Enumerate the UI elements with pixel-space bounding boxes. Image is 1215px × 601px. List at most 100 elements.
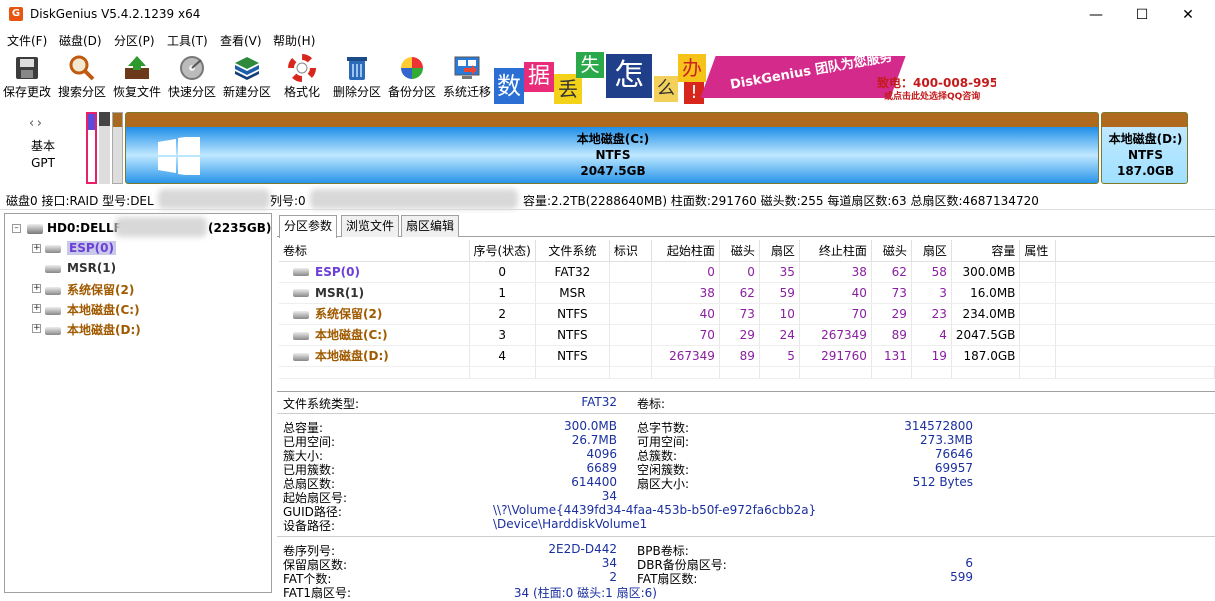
hard-disk-icon	[27, 223, 43, 234]
row-label: 系统保留(2)	[315, 307, 383, 321]
search-partition-button[interactable]: 搜索分区	[55, 54, 109, 104]
redacted-disk-name	[115, 217, 207, 237]
cell-eh: 29	[871, 303, 912, 325]
row-label: 本地磁盘(D:)	[315, 349, 389, 363]
table-row[interactable]: 本地磁盘(C:) 3 NTFS 70 29 24 267349 89 4 2047.5GB	[279, 324, 1215, 346]
disk-tree: – HD0:DELLF (2235GB) + ESP(0) MSR(1) + 系…	[4, 213, 272, 593]
table-row[interactable]: 系统保留(2) 2 NTFS 40 73 10 70 29 23 234.0MB	[279, 303, 1215, 325]
cell-sh: 89	[719, 345, 760, 367]
tree-expand-c[interactable]: +	[32, 304, 41, 313]
detail-reserved: 34	[601, 556, 617, 570]
c-partition-block[interactable]: 本地磁盘(C:) NTFS 2047.5GB	[125, 112, 1099, 184]
tree-item-reserved[interactable]: 系统保留(2)	[45, 281, 134, 298]
tree-collapse-disk[interactable]: –	[12, 224, 21, 233]
menu-tools[interactable]: 工具(T)	[167, 32, 208, 49]
toolbar-label: 快速分区	[167, 85, 216, 99]
backup-partition-button[interactable]: 备份分区	[385, 54, 439, 104]
recover-files-icon	[125, 56, 149, 79]
tab-browse-files[interactable]: 浏览文件	[341, 215, 400, 237]
tree-item-disk[interactable]: HD0:DELLF	[27, 221, 122, 235]
cell-label: MSR(1)	[279, 282, 470, 304]
system-migrate-button[interactable]: 系统迁移	[440, 54, 494, 104]
detail-free-clusters: 69957	[934, 461, 973, 475]
menu-view[interactable]: 查看(V)	[220, 32, 262, 49]
banner-char-ban: 办	[678, 54, 706, 82]
col-id[interactable]: 标识	[609, 240, 652, 262]
c-partition-size: 2047.5GB	[580, 164, 646, 178]
d-partition-block[interactable]: 本地磁盘(D:) NTFS 187.0GB	[1101, 112, 1188, 184]
title-bar: G DiskGenius V5.4.2.1239 x64 — ☐ ✕	[0, 0, 1215, 30]
disk-type-basic: 基本	[31, 139, 56, 153]
detail-serial: 2E2D-D442	[548, 542, 617, 556]
cell-id	[609, 303, 652, 325]
partition-icon	[293, 268, 309, 276]
delete-partition-button[interactable]: 删除分区	[330, 54, 384, 104]
col-start-sector[interactable]: 扇区	[759, 240, 800, 262]
tree-expand-reserved[interactable]: +	[32, 284, 41, 293]
col-start-head[interactable]: 磁头	[719, 240, 760, 262]
toolbar-label: 搜索分区	[57, 85, 106, 99]
col-end-cylinder[interactable]: 终止柱面	[799, 240, 872, 262]
tree-expand-esp[interactable]: +	[32, 244, 41, 253]
cell-ss: 59	[759, 282, 800, 304]
tree-item-c[interactable]: 本地磁盘(C:)	[45, 301, 140, 318]
col-start-cylinder[interactable]: 起始柱面	[651, 240, 720, 262]
disk-info-bar: 磁盘0 接口:RAID 型号:DEL 列号:0 容量:2.2TB(2288640…	[0, 188, 1215, 210]
new-partition-button[interactable]: 新建分区	[220, 54, 274, 104]
d-partition-fs: NTFS	[1127, 148, 1164, 162]
tree-item-esp[interactable]: ESP(0)	[45, 241, 116, 255]
cell-cap: 2047.5GB	[951, 324, 1021, 346]
reserved-partition-block[interactable]	[112, 112, 123, 184]
partition-icon	[45, 306, 61, 315]
menu-bar: 文件(F) 磁盘(D) 分区(P) 工具(T) 查看(V) 帮助(H)	[0, 30, 1215, 50]
d-partition-size: 187.0GB	[1117, 164, 1174, 178]
col-index-status[interactable]: 序号(状态)	[469, 240, 536, 262]
menu-partition[interactable]: 分区(P)	[114, 32, 155, 49]
cell-fs: NTFS	[535, 303, 610, 325]
menu-file[interactable]: 文件(F)	[7, 32, 47, 49]
tab-partition-params[interactable]: 分区参数	[279, 215, 338, 238]
quick-partition-button[interactable]: 快速分区	[165, 54, 219, 104]
col-end-head[interactable]: 磁头	[871, 240, 912, 262]
detail-used-clusters: 6689	[586, 461, 617, 475]
disk-geometry: 容量:2.2TB(2288640MB) 柱面数:291760 磁头数:255 每…	[523, 194, 1039, 208]
msr-partition-block[interactable]	[99, 112, 110, 184]
tab-sector-edit[interactable]: 扇区编辑	[401, 215, 460, 237]
tree-item-msr[interactable]: MSR(1)	[45, 261, 116, 275]
cell-cap: 234.0MB	[951, 303, 1021, 325]
col-volume-label[interactable]: 卷标	[279, 240, 470, 262]
col-capacity[interactable]: 容量	[951, 240, 1021, 262]
recover-files-button[interactable]: 恢复文件	[110, 54, 164, 104]
cell-ec: 291760	[799, 345, 872, 367]
col-attributes[interactable]: 属性	[1019, 240, 1057, 262]
col-end-sector[interactable]: 扇区	[911, 240, 952, 262]
cell-idx: 4	[469, 345, 536, 367]
detail-fat-sectors: 599	[950, 570, 973, 584]
table-row[interactable]: MSR(1) 1 MSR 38 62 59 40 73 3 16.0MB	[279, 282, 1215, 304]
tree-expand-d[interactable]: +	[32, 324, 41, 333]
redacted-model	[158, 189, 270, 209]
menu-help[interactable]: 帮助(H)	[273, 32, 315, 49]
save-disk-icon	[16, 57, 38, 79]
partition-icon	[45, 264, 61, 273]
table-row[interactable]: ESP(0) 0 FAT32 0 0 35 38 62 58 300.0MB	[279, 261, 1215, 283]
menu-disk[interactable]: 磁盘(D)	[59, 32, 102, 49]
close-button[interactable]: ✕	[1165, 0, 1211, 30]
cell-label: 本地磁盘(C:)	[279, 324, 470, 346]
disk-nav-arrows[interactable]: ‹ ›	[29, 116, 42, 131]
col-filesystem[interactable]: 文件系统	[535, 240, 610, 262]
format-button[interactable]: 格式化	[275, 54, 329, 104]
partition-icon	[293, 310, 309, 319]
minimize-button[interactable]: —	[1073, 0, 1119, 30]
esp-partition-block[interactable]	[86, 112, 97, 184]
table-row[interactable]: 本地磁盘(D:) 4 NTFS 267349 89 5 291760 131 19 187.0GB	[279, 345, 1215, 367]
save-changes-button[interactable]: 保存更改	[0, 54, 54, 104]
row-label: 本地磁盘(C:)	[315, 328, 388, 342]
cell-ec: 38	[799, 261, 872, 283]
trash-can-icon	[347, 57, 367, 80]
new-partition-icon	[235, 57, 259, 80]
tree-item-d[interactable]: 本地磁盘(D:)	[45, 321, 141, 338]
maximize-button[interactable]: ☐	[1119, 0, 1165, 30]
tab-bar: 分区参数 浏览文件 扇区编辑	[277, 213, 1215, 238]
support-banner[interactable]: 数 据 丢 失 怎 么 办 ! DiskGenius 团队为您服务 致电：400…	[494, 50, 996, 104]
